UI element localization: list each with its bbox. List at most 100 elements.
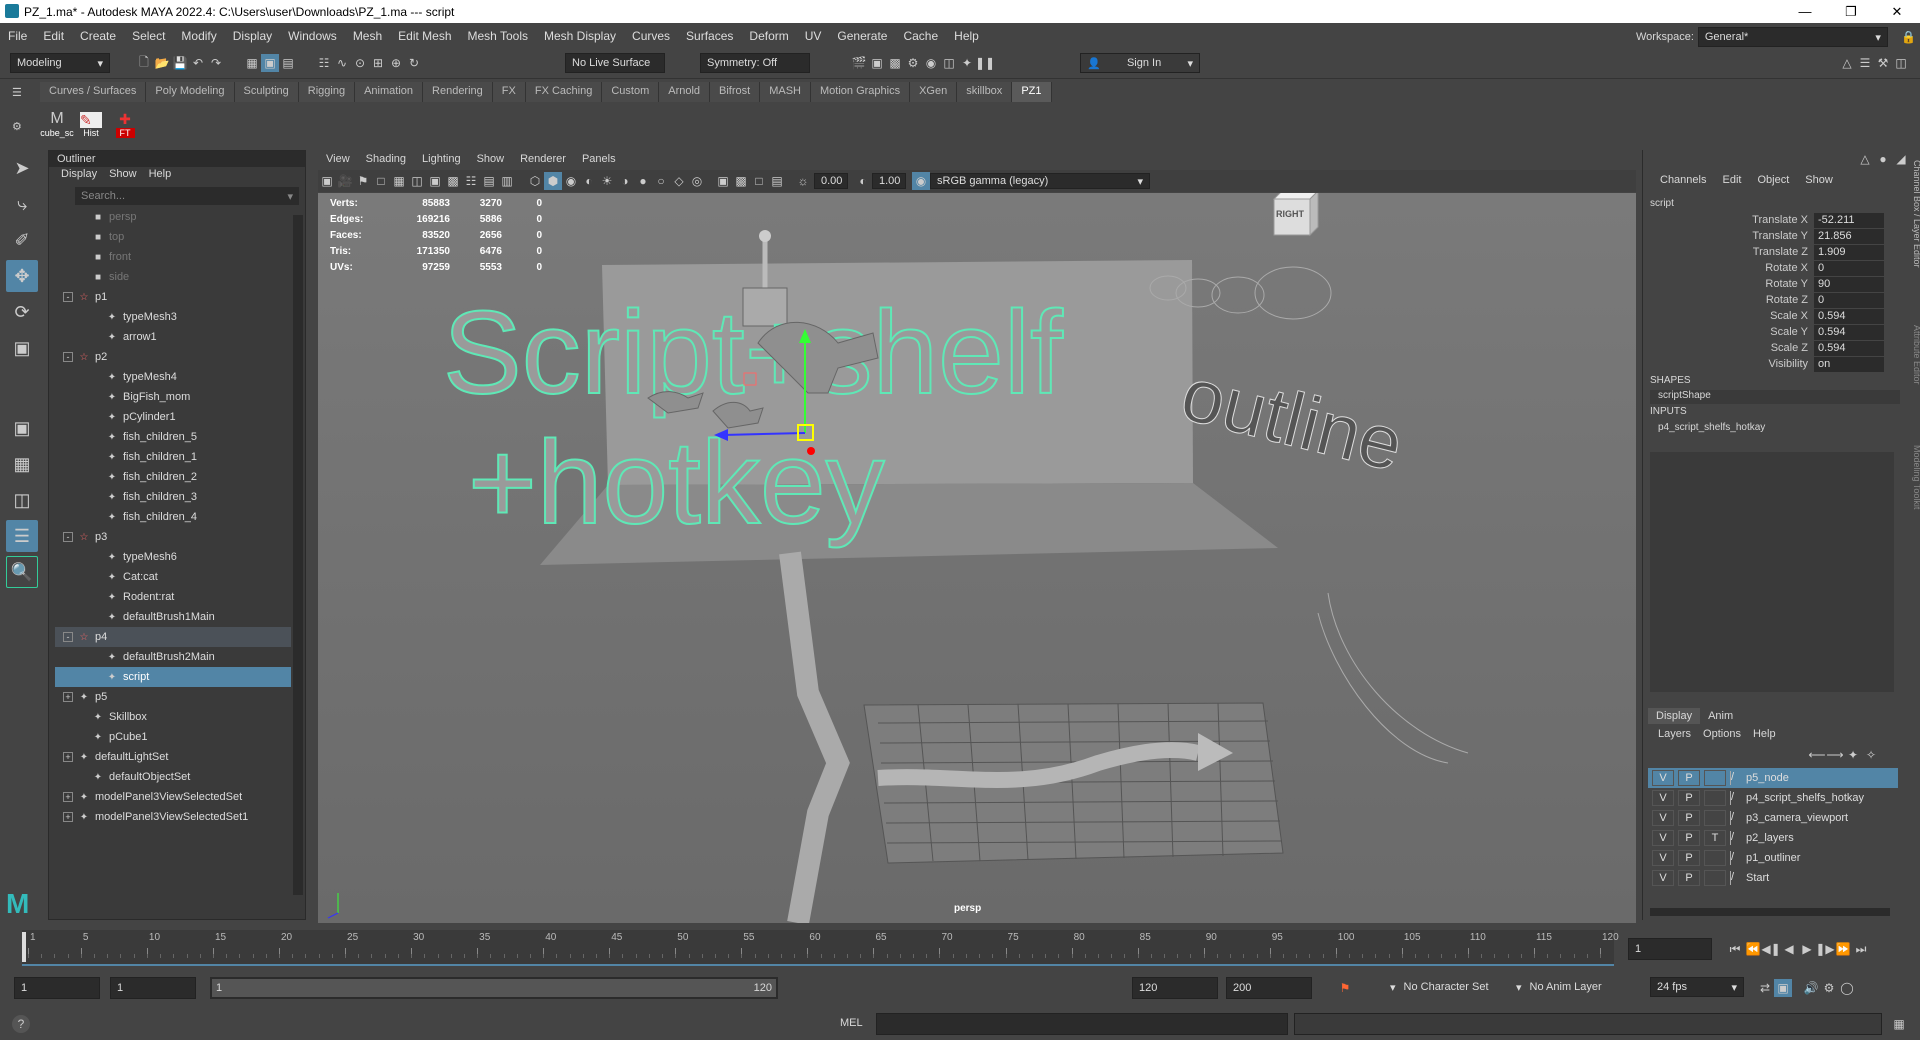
menu-generate[interactable]: Generate — [829, 29, 895, 43]
outliner-item[interactable]: - ☆ p4 — [55, 627, 291, 647]
layer-color-icon[interactable]: / — [1730, 791, 1742, 805]
smooth-shade-icon[interactable]: ⬢ — [544, 172, 562, 190]
outliner-item[interactable]: ✦ BigFish_mom — [55, 387, 291, 407]
layer-playback-toggle[interactable]: P — [1678, 810, 1700, 826]
select-hierarchy-icon[interactable]: ▦ — [243, 54, 261, 72]
view-cube[interactable]: RIGHT — [1270, 193, 1319, 237]
layer-playback-toggle[interactable]: P — [1678, 850, 1700, 866]
step-back-key-icon[interactable]: ⏪ — [1744, 940, 1762, 958]
live-surface-field[interactable]: No Live Surface — [565, 53, 665, 73]
select-tool-icon[interactable]: ➤ — [6, 152, 38, 184]
menu-mesh-display[interactable]: Mesh Display — [536, 29, 624, 43]
shelf-tab-rigging[interactable]: Rigging — [298, 82, 356, 102]
shelf-tab-fx-caching[interactable]: FX Caching — [525, 82, 603, 102]
channel-attribute-row[interactable]: Rotate X 0 — [1646, 260, 1896, 276]
outliner-item[interactable]: ✦ script — [55, 667, 291, 687]
menu-help[interactable]: Help — [946, 29, 987, 43]
shelf-tab-animation[interactable]: Animation — [355, 82, 424, 102]
safe-action-icon[interactable]: ▤ — [480, 172, 498, 190]
shelf-settings-icon[interactable]: ⚙ — [12, 120, 22, 133]
layer-template-toggle[interactable] — [1704, 810, 1726, 826]
layer-color-icon[interactable]: / — [1730, 771, 1742, 785]
snap-surface-icon[interactable]: ⊕ — [387, 54, 405, 72]
shelf-button-hist[interactable]: ✎ Hist — [74, 104, 108, 138]
outliner-item[interactable]: + ✦ p5 — [55, 687, 291, 707]
outliner-item[interactable]: + ✦ defaultLightSet — [55, 747, 291, 767]
expand-icon[interactable]: + — [63, 692, 73, 702]
cache-playback-icon[interactable]: ▣ — [1774, 979, 1792, 997]
lock-icon[interactable]: 🔒 — [1900, 28, 1918, 46]
outliner-scrollbar[interactable] — [293, 215, 303, 895]
current-time-marker[interactable] — [22, 932, 26, 962]
layer-playback-toggle[interactable]: P — [1678, 790, 1700, 806]
shelf-tab-xgen[interactable]: XGen — [910, 82, 958, 102]
hypershade-icon[interactable]: ◉ — [922, 54, 940, 72]
layer-visibility-toggle[interactable]: V — [1652, 870, 1674, 886]
channel-attribute-value[interactable]: 90 — [1814, 276, 1884, 292]
layer-visibility-toggle[interactable]: V — [1652, 790, 1674, 806]
outliner-item[interactable]: ✦ fish_children_1 — [55, 447, 291, 467]
menu-select[interactable]: Select — [124, 29, 173, 43]
outliner-item[interactable]: ■ persp — [55, 207, 291, 227]
collapse-icon[interactable]: - — [63, 292, 73, 302]
film-gate-icon[interactable]: ◫ — [408, 172, 426, 190]
expand-icon[interactable]: + — [63, 792, 73, 802]
collapse-icon[interactable]: - — [63, 352, 73, 362]
outliner-item[interactable]: ✦ Skillbox — [55, 707, 291, 727]
gamma-icon[interactable]: ◐ — [854, 172, 872, 190]
render-setup-icon[interactable]: ◫ — [940, 54, 958, 72]
mel-label[interactable]: MEL — [840, 1017, 863, 1029]
menu-mesh-tools[interactable]: Mesh Tools — [460, 29, 536, 43]
outliner-item[interactable]: ✦ typeMesh4 — [55, 367, 291, 387]
layer-visibility-toggle[interactable]: V — [1652, 810, 1674, 826]
gamma-field[interactable]: 1.00 — [872, 173, 906, 189]
menu-mesh[interactable]: Mesh — [345, 29, 390, 43]
xray-icon[interactable]: ▩ — [732, 172, 750, 190]
two-view-layout-icon[interactable]: ◫ — [6, 484, 38, 516]
shelf-tab-arnold[interactable]: Arnold — [659, 82, 711, 102]
shelf-tab-skillbox[interactable]: skillbox — [957, 82, 1013, 102]
layer-visibility-toggle[interactable]: V — [1652, 850, 1674, 866]
display-layer-row[interactable]: V P T / p2_layers — [1648, 828, 1898, 848]
outliner-item[interactable]: ✦ pCube1 — [55, 727, 291, 747]
viewport-menu-view[interactable]: View — [318, 152, 358, 170]
anim-start-field[interactable]: 1 — [14, 977, 100, 999]
ambient-occlusion-icon[interactable]: ● — [634, 172, 652, 190]
move-layer-up-icon[interactable]: ⟵ — [1808, 746, 1826, 764]
anim-layer-dropdown[interactable]: ▾ No Anim Layer — [1510, 977, 1630, 997]
menu-edit-mesh[interactable]: Edit Mesh — [390, 29, 459, 43]
shelf-button-ft[interactable]: ✚ FT — [108, 104, 142, 138]
snap-view-icon[interactable]: ⊞ — [369, 54, 387, 72]
menu-uv[interactable]: UV — [797, 29, 830, 43]
rotate-tool-icon[interactable]: ⟳ — [6, 296, 38, 328]
viewport-menu-panels[interactable]: Panels — [574, 152, 624, 170]
menu-display[interactable]: Display — [225, 29, 280, 43]
anti-aliasing-icon[interactable]: ◇ — [670, 172, 688, 190]
layer-menu-options[interactable]: Options — [1697, 728, 1747, 740]
new-scene-icon[interactable]: 🗋 — [135, 54, 153, 72]
menu-file[interactable]: File — [0, 29, 35, 43]
select-object-icon[interactable]: ▣ — [261, 54, 279, 72]
layer-template-toggle[interactable] — [1704, 850, 1726, 866]
scale-tool-icon[interactable]: ▣ — [6, 332, 38, 364]
auto-key-icon[interactable]: ⚑ — [1336, 979, 1354, 997]
layer-template-toggle[interactable]: T — [1704, 830, 1726, 846]
layer-playback-toggle[interactable]: P — [1678, 870, 1700, 886]
tool-settings-icon[interactable]: ⚒ — [1874, 54, 1892, 72]
open-scene-icon[interactable]: 📂 — [153, 54, 171, 72]
redo-icon[interactable]: ↷ — [207, 54, 225, 72]
help-line-icon[interactable]: ? — [12, 1015, 30, 1033]
step-forward-key-icon[interactable]: ⏩ — [1834, 940, 1852, 958]
layer-visibility-toggle[interactable]: V — [1652, 770, 1674, 786]
channel-box-layer-icon[interactable]: △ — [1856, 150, 1874, 168]
outliner-item[interactable]: ■ top — [55, 227, 291, 247]
close-icon[interactable]: ✕ — [1874, 0, 1920, 23]
channel-box-menu-show[interactable]: Show — [1797, 174, 1841, 186]
display-layer-row[interactable]: V P / p5_node — [1648, 768, 1898, 788]
isolate-select-icon[interactable]: ▣ — [714, 172, 732, 190]
move-tool-icon[interactable]: ✥ — [6, 260, 38, 292]
undo-icon[interactable]: ↶ — [189, 54, 207, 72]
channel-attribute-value[interactable]: 0.594 — [1814, 308, 1884, 324]
layer-color-icon[interactable]: / — [1730, 831, 1742, 845]
outliner-item[interactable]: ✦ defaultBrush1Main — [55, 607, 291, 627]
